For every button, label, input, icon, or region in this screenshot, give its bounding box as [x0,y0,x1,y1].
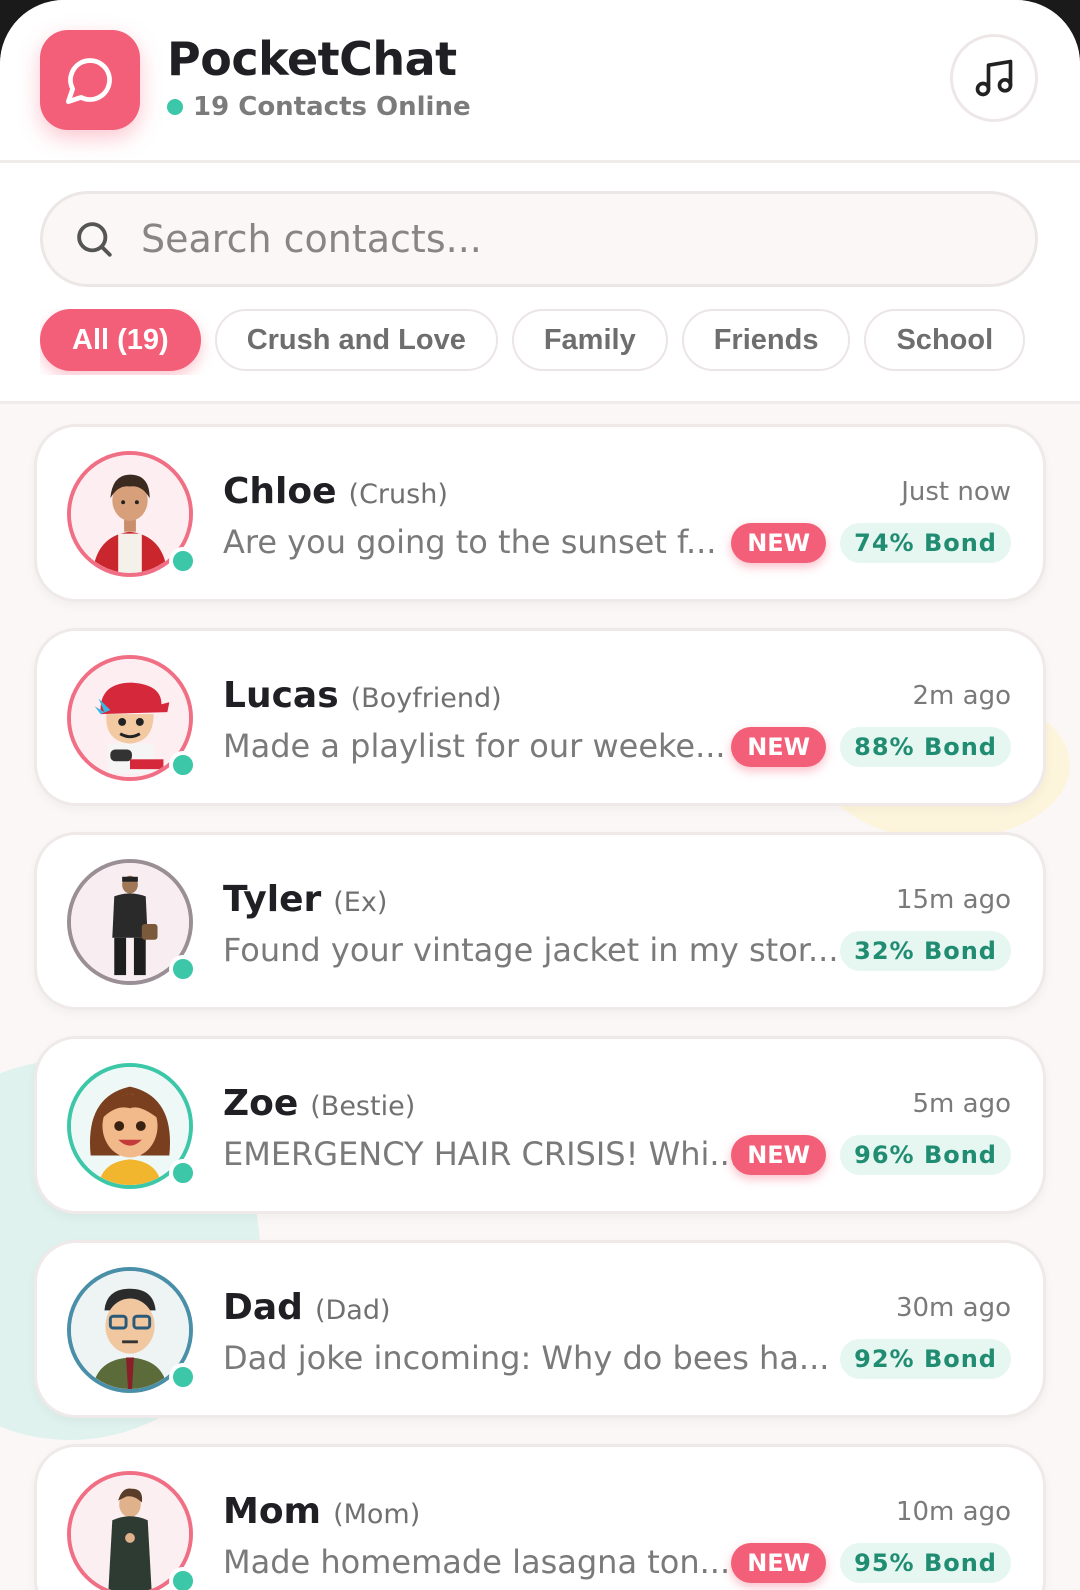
bond-badge: 32% Bond [840,931,1011,971]
new-badge: NEW [731,523,827,563]
online-count-text: 19 Contacts Online [193,92,471,122]
avatar-wrap [67,451,197,577]
bond-badge: 74% Bond [840,523,1011,563]
contact-card-chloe[interactable]: Chloe (Crush) Just now Are you going to … [34,424,1046,602]
contact-card-dad[interactable]: Dad (Dad) 30m ago Dad joke incoming: Why… [34,1240,1046,1418]
search-icon [73,218,115,260]
contact-badges: NEW 88% Bond [731,727,1011,767]
contact-relation: (Bestie) [310,1091,416,1122]
contact-name-row: Lucas (Boyfriend) [223,675,502,716]
contact-badges: 92% Bond [840,1339,1011,1379]
contact-name-row: Dad (Dad) [223,1287,391,1328]
contact-name: Zoe [223,1083,299,1124]
contact-badges: NEW 95% Bond [731,1543,1011,1583]
online-indicator [169,547,197,575]
contact-name-row: Zoe (Bestie) [223,1083,415,1124]
music-button[interactable] [950,34,1038,122]
message-time: 2m ago [912,681,1011,711]
contact-relation: (Boyfriend) [350,683,502,714]
avatar-wrap [67,655,197,781]
online-indicator [169,955,197,983]
message-preview: Are you going to the sunset f... [223,523,717,561]
message-preview: Found your vintage jacket in my stor... [223,931,839,969]
avatar-wrap [67,1063,197,1189]
app-screen: PocketChat 19 Contacts Online All [0,0,1080,1590]
chat-bubble-icon [40,30,140,130]
online-indicator [169,751,197,779]
avatar-wrap [67,859,197,985]
contact-name: Dad [223,1287,303,1328]
avatar-wrap [67,1471,197,1590]
search-input[interactable] [139,216,963,262]
contact-name: Mom [223,1491,322,1532]
contact-name: Lucas [223,675,339,716]
message-preview: Made homemade lasagna ton... [223,1543,731,1581]
contact-badges: NEW 96% Bond [731,1135,1011,1175]
filter-chip-crush-and-love[interactable]: Crush and Love [214,309,498,371]
contact-card-lucas[interactable]: Lucas (Boyfriend) 2m ago Made a playlist… [34,628,1046,806]
filter-chip-family[interactable]: Family [511,309,668,371]
search-toolbar: All (19)Crush and LoveFamilyFriendsSchoo… [0,163,1080,404]
avatar-wrap [67,1267,197,1393]
message-preview: Dad joke incoming: Why do bees ha... [223,1339,830,1377]
contact-card-tyler[interactable]: Tyler (Ex) 15m ago Found your vintage ja… [34,832,1046,1010]
message-time: 10m ago [895,1497,1011,1527]
contact-name-row: Mom (Mom) [223,1491,420,1532]
music-note-icon [975,59,1013,97]
bond-badge: 92% Bond [840,1339,1011,1379]
contact-name: Chloe [223,471,337,512]
contact-relation: (Ex) [333,887,388,918]
online-status: 19 Contacts Online [167,92,471,122]
contact-relation: (Dad) [314,1295,391,1326]
new-badge: NEW [731,727,827,767]
contact-name-row: Chloe (Crush) [223,471,448,512]
online-indicator [169,1567,197,1590]
message-preview: Made a playlist for our weeke... [223,727,726,765]
message-time: 30m ago [895,1293,1011,1323]
filter-chips: All (19) Crush and Love Family Friends Schoo… [40,309,1040,375]
message-time: 5m ago [912,1089,1011,1119]
message-time: Just now [901,477,1011,507]
online-dot-icon [167,99,183,115]
contact-card-mom[interactable]: Mom (Mom) 10m ago Made homemade lasagna … [34,1444,1046,1590]
contact-card-zoe[interactable]: Zoe (Bestie) 5m ago EMERGENCY HAIR CRISI… [34,1036,1046,1214]
filter-chip-friends[interactable]: Friends [681,309,851,371]
contact-name-row: Tyler (Ex) [223,879,387,920]
contact-badges: NEW 74% Bond [731,523,1011,563]
message-preview: EMERGENCY HAIR CRISIS! Whi... [223,1135,740,1173]
bond-badge: 95% Bond [840,1543,1011,1583]
message-time: 15m ago [895,885,1011,915]
contact-name: Tyler [223,879,322,920]
contact-relation: (Crush) [348,479,448,510]
app-header: PocketChat 19 Contacts Online [0,0,1080,163]
filter-chip-all[interactable]: All (19) [40,309,201,371]
search-bar[interactable] [40,191,1038,287]
bond-badge: 96% Bond [840,1135,1011,1175]
online-indicator [169,1159,197,1187]
bond-badge: 88% Bond [840,727,1011,767]
contact-badges: 32% Bond [840,931,1011,971]
new-badge: NEW [731,1135,827,1175]
new-badge: NEW [731,1543,827,1583]
contact-relation: (Mom) [333,1499,421,1530]
online-indicator [169,1363,197,1391]
app-title: PocketChat [167,32,457,86]
filter-chip-school[interactable]: School [864,309,1026,371]
